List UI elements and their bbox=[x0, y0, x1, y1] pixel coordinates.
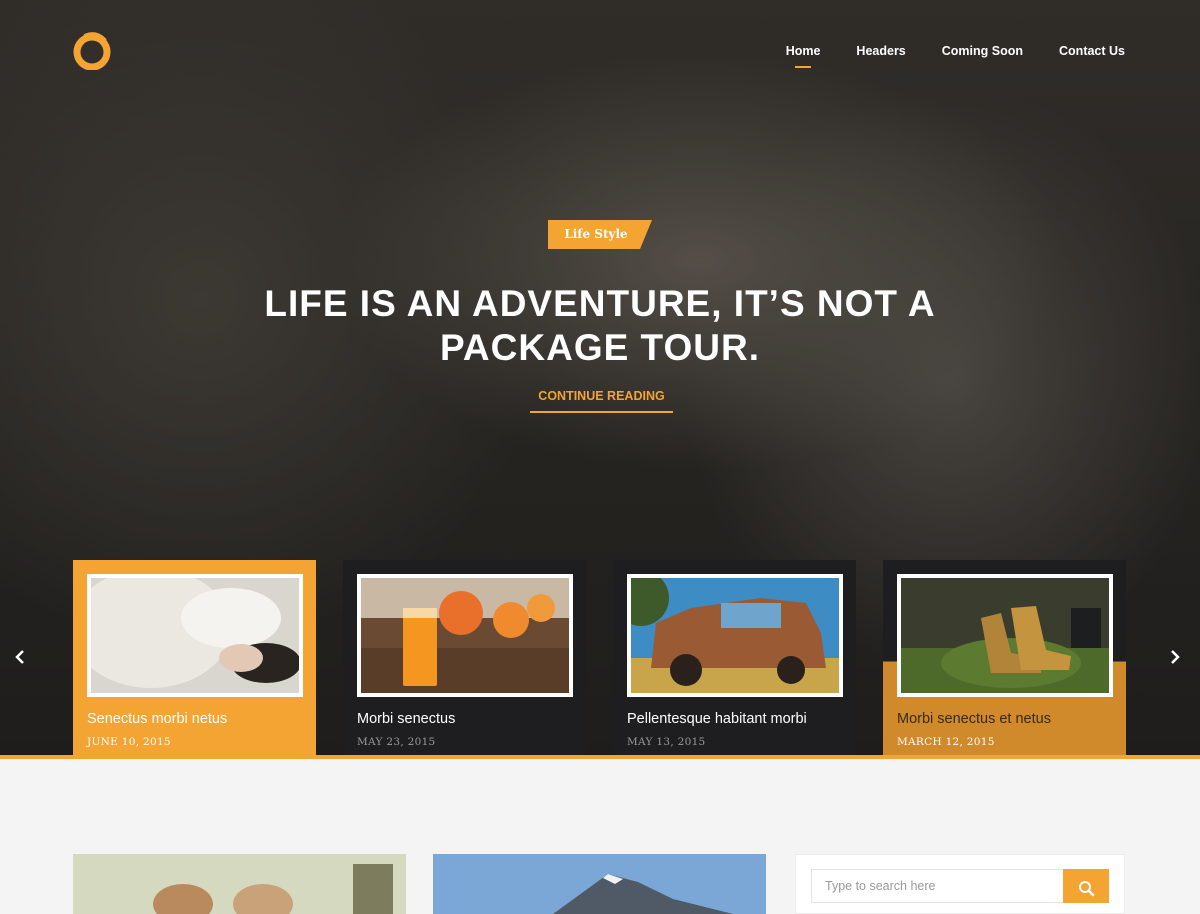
post-thumbnail[interactable] bbox=[433, 854, 766, 914]
carousel-card[interactable]: Senectus morbi netus JUNE 10, 2015 bbox=[73, 560, 316, 755]
hero-headline-line2: PACKAGE TOUR. bbox=[440, 327, 760, 368]
card-title[interactable]: Morbi senectus bbox=[357, 711, 455, 727]
nav-home[interactable]: Home bbox=[786, 44, 820, 68]
card-title[interactable]: Pellentesque habitant morbi bbox=[627, 711, 807, 727]
card-date: JUNE 10, 2015 bbox=[87, 736, 171, 748]
carousel-card[interactable]: Morbi senectus MAY 23, 2015 bbox=[343, 560, 586, 755]
card-title[interactable]: Senectus morbi netus bbox=[87, 711, 227, 727]
featured-carousel: Senectus morbi netus JUNE 10, 2015 Morbi… bbox=[73, 560, 1126, 755]
card-date: MAY 13, 2015 bbox=[627, 736, 706, 748]
card-thumbnail[interactable] bbox=[627, 574, 843, 697]
card-thumbnail[interactable] bbox=[87, 574, 303, 697]
nav-contact-us[interactable]: Contact Us bbox=[1059, 44, 1125, 68]
hero-banner: Home Headers Coming Soon Contact Us Life… bbox=[0, 0, 1200, 755]
card-title[interactable]: Morbi senectus et netus bbox=[897, 711, 1051, 727]
continue-reading-link[interactable]: CONTINUE READING bbox=[530, 389, 673, 413]
chevron-left-icon[interactable] bbox=[10, 647, 30, 667]
card-date: MAY 23, 2015 bbox=[357, 736, 436, 748]
content-area bbox=[0, 759, 1200, 914]
post-thumbnail[interactable] bbox=[73, 854, 406, 914]
card-thumbnail[interactable] bbox=[897, 574, 1113, 697]
logo-icon[interactable] bbox=[72, 32, 112, 70]
search-input[interactable] bbox=[811, 869, 1064, 903]
hero-headline[interactable]: LIFE IS AN ADVENTURE, IT’S NOT A PACKAGE… bbox=[250, 282, 950, 370]
search-button[interactable] bbox=[1063, 869, 1109, 903]
search-widget bbox=[795, 854, 1125, 914]
carousel-card[interactable]: Pellentesque habitant morbi MAY 13, 2015 bbox=[613, 560, 856, 755]
nav-coming-soon[interactable]: Coming Soon bbox=[942, 44, 1023, 68]
chevron-right-icon[interactable] bbox=[1165, 647, 1185, 667]
search-icon bbox=[1079, 881, 1095, 897]
nav-headers[interactable]: Headers bbox=[856, 44, 905, 68]
card-thumbnail[interactable] bbox=[357, 574, 573, 697]
card-date: MARCH 12, 2015 bbox=[897, 736, 995, 748]
hero-headline-line1: LIFE IS AN ADVENTURE, IT’S NOT A bbox=[264, 283, 936, 324]
carousel-card[interactable]: Morbi senectus et netus MARCH 12, 2015 bbox=[883, 560, 1126, 755]
category-tag-label: Life Style bbox=[564, 227, 628, 241]
main-nav: Home Headers Coming Soon Contact Us bbox=[786, 44, 1125, 68]
category-tag[interactable]: Life Style bbox=[548, 220, 652, 249]
